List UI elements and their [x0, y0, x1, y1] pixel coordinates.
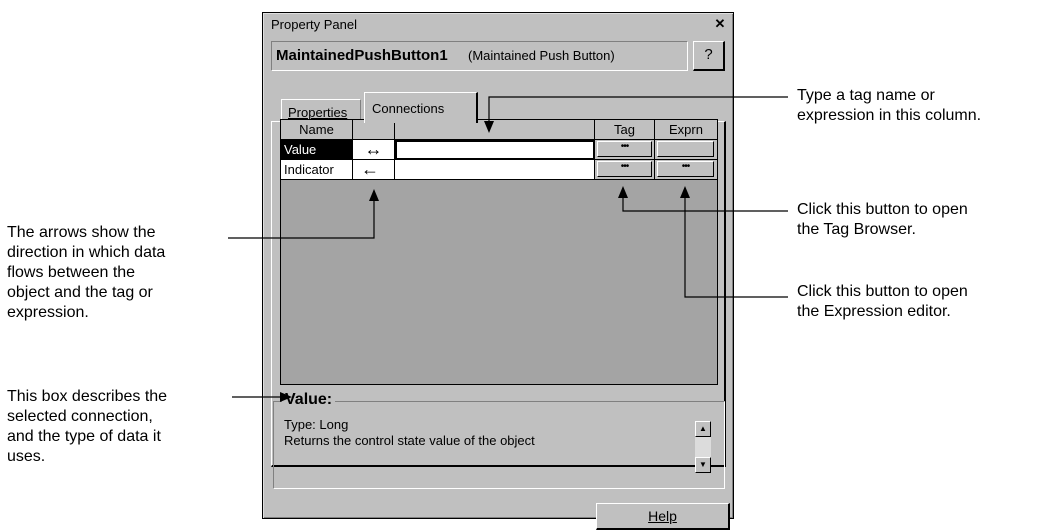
annotation-line: selected connection, [7, 408, 153, 425]
column-header-expression[interactable] [395, 120, 595, 140]
object-header: MaintainedPushButton1 (Maintained Push B… [271, 41, 688, 71]
table-row[interactable]: Value ↔ ••• [281, 140, 717, 160]
tab-label: Connections [372, 101, 445, 116]
annotation-line: expression. [7, 304, 89, 321]
annotation-line: object and the tag or [7, 284, 153, 301]
grid-header-row: Name Tag Exprn [281, 120, 717, 140]
annotation-line: and the type of data it [7, 428, 161, 445]
annotation-line: the Tag Browser. [797, 221, 916, 238]
connections-grid: Name Tag Exprn Value ↔ ••• Indicator ← •… [280, 119, 718, 385]
description-type: Type: Long [284, 417, 349, 432]
property-panel-window: Property Panel ✕ MaintainedPushButton1 (… [262, 12, 734, 530]
expression-input[interactable] [395, 160, 595, 180]
tag-browser-button[interactable]: ••• [597, 141, 652, 157]
annotation-line: flows between the [7, 264, 136, 281]
scroll-down-icon[interactable]: ▼ [695, 457, 711, 473]
scroll-up-icon[interactable]: ▲ [695, 421, 711, 437]
annotation-line: Click this button to open [797, 201, 968, 218]
tag-browser-button[interactable]: ••• [597, 161, 652, 177]
row-name[interactable]: Indicator [281, 160, 353, 180]
annotation-line: the Expression editor. [797, 303, 951, 320]
tab-connections[interactable]: Connections [364, 92, 478, 123]
annotation-line: The arrows show the [7, 224, 156, 241]
help-button-label: Help [648, 508, 677, 524]
title-bar[interactable]: Property Panel ✕ [266, 16, 730, 34]
exprn-cell: ••• [655, 160, 717, 180]
column-header-direction[interactable] [353, 120, 395, 140]
annotation-line: uses. [7, 448, 46, 465]
tag-cell: ••• [595, 140, 655, 160]
row-name[interactable]: Value [281, 140, 353, 160]
annotation-line: Click this button to open [797, 283, 968, 300]
help-question-button[interactable]: ? [693, 41, 725, 71]
table-row[interactable]: Indicator ← ••• ••• [281, 160, 717, 180]
annotation-arrows: The arrows show the direction in which d… [7, 223, 165, 323]
expression-input[interactable] [395, 140, 595, 160]
column-header-name[interactable]: Name [281, 120, 353, 140]
exprn-cell [655, 140, 717, 160]
description-text: Returns the control state value of the o… [284, 433, 535, 448]
object-name: MaintainedPushButton1 [276, 47, 448, 64]
expression-editor-button[interactable]: ••• [657, 161, 714, 177]
tab-label: Properties [288, 105, 348, 120]
window-title: Property Panel [271, 17, 357, 32]
tab-properties[interactable]: Properties [281, 99, 361, 121]
annotation-line: expression in this column. [797, 107, 982, 124]
help-button[interactable]: Help [596, 503, 730, 530]
left-arrow-icon: ← [353, 160, 395, 180]
annotation-description-box: This box describes the selected connecti… [7, 387, 167, 467]
close-icon[interactable]: ✕ [712, 17, 728, 31]
tag-cell: ••• [595, 160, 655, 180]
annotation-expression-editor: Click this button to open the Expression… [797, 282, 968, 322]
annotation-tag-column: Type a tag name or expression in this co… [797, 86, 981, 126]
object-type: (Maintained Push Button) [468, 48, 615, 63]
annotation-line: This box describes the [7, 388, 168, 405]
description-title: Value: [282, 391, 336, 409]
annotation-line: Type a tag name or [797, 87, 935, 104]
description-box: Value: Type: Long Returns the control st… [273, 391, 725, 489]
column-header-exprn[interactable]: Exprn [655, 120, 717, 140]
annotation-line: direction in which data [7, 244, 166, 261]
bidirectional-arrow-icon: ↔ [353, 140, 395, 160]
annotation-tag-browser: Click this button to open the Tag Browse… [797, 200, 968, 240]
description-scrollbar[interactable]: ▲ ▼ [695, 421, 711, 473]
expression-editor-button[interactable] [657, 141, 714, 157]
column-header-tag[interactable]: Tag [595, 120, 655, 140]
